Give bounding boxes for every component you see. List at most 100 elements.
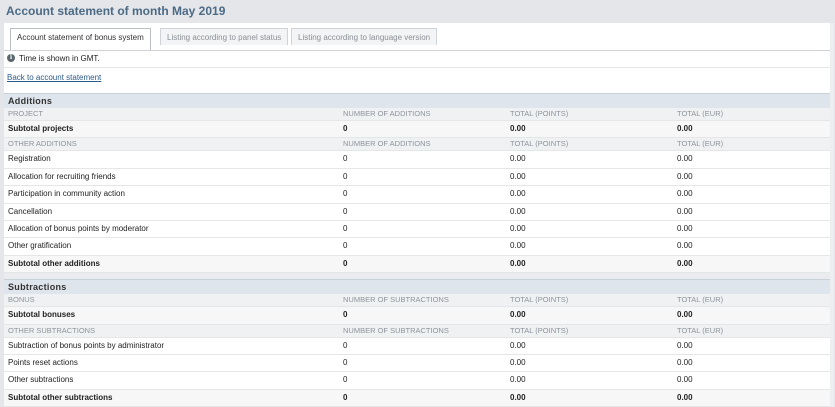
col-header: NUMBER OF SUBTRACTIONS: [343, 295, 449, 305]
timezone-note: Time is shown in GMT.: [19, 54, 100, 63]
table-cell: 0: [343, 392, 348, 402]
table-cell: Allocation of bonus points by moderator: [8, 223, 149, 233]
additions-section-title: Additions: [4, 93, 834, 108]
table-cell: 0.00: [510, 206, 526, 216]
table-cell: 0: [343, 206, 348, 216]
tab-language-version[interactable]: Listing according to language version: [291, 28, 438, 45]
tab-bar: Account statement of bonus system Listin…: [4, 23, 834, 51]
col-header: TOTAL (POINTS): [510, 139, 569, 149]
col-header: PROJECT: [8, 109, 44, 118]
col-header: TOTAL (EUR): [677, 139, 724, 149]
table-cell: 0.00: [677, 241, 693, 251]
table-cell: Other gratification: [8, 241, 72, 251]
table-cell: 0: [343, 223, 348, 233]
table-cell: 0.00: [510, 124, 526, 133]
table-cell: 0.00: [677, 392, 693, 402]
table-cell: Participation in community action: [8, 189, 125, 199]
table-cell: 0.00: [677, 206, 693, 216]
subtotal-projects-row: Subtotal projects 0 0.00 0.00: [4, 121, 834, 139]
table-cell: 0.00: [677, 258, 693, 268]
table-row: Registration 0 0.00 0.00: [4, 151, 834, 169]
subtractions-other-header: OTHER SUBTRACTIONS NUMBER OF SUBTRACTION…: [4, 324, 834, 338]
col-header: TOTAL (EUR): [677, 325, 724, 335]
table-cell: 0.00: [510, 223, 526, 233]
table-cell: 0.00: [510, 375, 526, 385]
table-row: Other subtractions 0 0.00 0.00: [4, 372, 834, 390]
table-cell: 0.00: [510, 171, 526, 181]
col-header: NUMBER OF SUBTRACTIONS: [343, 325, 449, 335]
info-icon: i: [7, 54, 15, 62]
additions-project-header: PROJECT NUMBER OF ADDITIONS TOTAL (POINT…: [4, 108, 834, 121]
col-header: NUMBER OF ADDITIONS: [343, 109, 431, 118]
table-cell: 0.00: [677, 223, 693, 233]
table-cell: Allocation for recruiting friends: [8, 171, 116, 181]
col-header: NUMBER OF ADDITIONS: [343, 139, 431, 149]
table-cell: Subtotal other subtractions: [8, 392, 113, 402]
table-cell: 0.00: [510, 392, 526, 402]
table-cell: 0: [343, 375, 348, 385]
page-title: Account statement of month May 2019: [6, 4, 226, 18]
vertical-scrollbar[interactable]: [830, 23, 834, 407]
table-cell: Subtotal projects: [8, 124, 74, 133]
table-cell: 0.00: [677, 189, 693, 199]
subtractions-section-title: Subtractions: [4, 279, 834, 295]
table-cell: 0: [343, 340, 348, 350]
table-cell: Subtotal bonuses: [8, 310, 76, 320]
subtractions-bonus-header: BONUS NUMBER OF SUBTRACTIONS TOTAL (POIN…: [4, 294, 834, 308]
table-cell: 0.00: [510, 189, 526, 199]
table-cell: 0: [343, 124, 348, 133]
col-header: TOTAL (EUR): [677, 109, 724, 118]
statement-sections: Additions PROJECT NUMBER OF ADDITIONS TO…: [4, 93, 834, 407]
table-row: Other gratification 0 0.00 0.00: [4, 238, 834, 256]
table-cell: 0: [343, 357, 348, 367]
table-cell: 0: [343, 241, 348, 251]
section-spacer: [4, 273, 834, 280]
info-row: i Time is shown in GMT.: [4, 51, 834, 68]
col-header: TOTAL (POINTS): [510, 325, 569, 335]
table-cell: 0.00: [677, 375, 693, 385]
col-header: OTHER SUBTRACTIONS: [8, 325, 96, 335]
table-row: Points reset actions 0 0.00 0.00: [4, 354, 834, 373]
table-cell: 0.00: [510, 357, 526, 367]
col-header: TOTAL (POINTS): [510, 109, 569, 118]
table-cell: Subtotal other additions: [8, 258, 100, 268]
statement-panel: Account statement of bonus system Listin…: [4, 23, 834, 407]
col-header: BONUS: [8, 295, 35, 305]
table-row: Allocation for recruiting friends 0 0.00…: [4, 168, 834, 187]
table-cell: 0.00: [510, 258, 526, 268]
table-cell: 0.00: [510, 154, 526, 164]
table-cell: 0: [343, 310, 348, 320]
subtotal-bonuses-row: Subtotal bonuses 0 0.00 0.00: [4, 307, 834, 325]
subtotal-other-subtractions-row: Subtotal other subtractions 0 0.00 0.00: [4, 389, 834, 407]
col-header: TOTAL (EUR): [677, 295, 724, 305]
subtotal-other-additions-row: Subtotal other additions 0 0.00 0.00: [4, 255, 834, 274]
additions-other-header: OTHER ADDITIONS NUMBER OF ADDITIONS TOTA…: [4, 138, 834, 152]
table-row: Subtraction of bonus points by administr…: [4, 337, 834, 355]
table-cell: 0.00: [677, 171, 693, 181]
table-cell: Points reset actions: [8, 357, 78, 367]
table-row: Participation in community action 0 0.00…: [4, 186, 834, 204]
col-header: OTHER ADDITIONS: [8, 139, 77, 149]
table-cell: 0.00: [677, 357, 693, 367]
table-cell: 0: [343, 171, 348, 181]
table-row: Allocation of bonus points by moderator …: [4, 220, 834, 239]
table-cell: 0.00: [510, 310, 526, 320]
table-cell: Registration: [8, 154, 51, 164]
table-cell: 0.00: [677, 340, 693, 350]
table-cell: 0.00: [677, 124, 693, 133]
tab-bonus-system[interactable]: Account statement of bonus system: [10, 28, 151, 50]
table-cell: 0.00: [510, 340, 526, 350]
table-cell: 0: [343, 154, 348, 164]
table-cell: 0.00: [677, 154, 693, 164]
back-to-account-statement-link[interactable]: Back to account statement: [7, 73, 101, 82]
table-cell: 0: [343, 258, 348, 268]
table-row: Cancellation 0 0.00 0.00: [4, 203, 834, 221]
table-cell: Cancellation: [8, 206, 53, 216]
table-cell: 0.00: [510, 241, 526, 251]
col-header: TOTAL (POINTS): [510, 295, 569, 305]
tab-panel-status[interactable]: Listing according to panel status: [160, 28, 289, 45]
table-cell: 0.00: [677, 310, 693, 320]
table-cell: Subtraction of bonus points by administr…: [8, 340, 165, 350]
table-cell: 0: [343, 189, 348, 199]
table-cell: Other subtractions: [8, 375, 74, 385]
